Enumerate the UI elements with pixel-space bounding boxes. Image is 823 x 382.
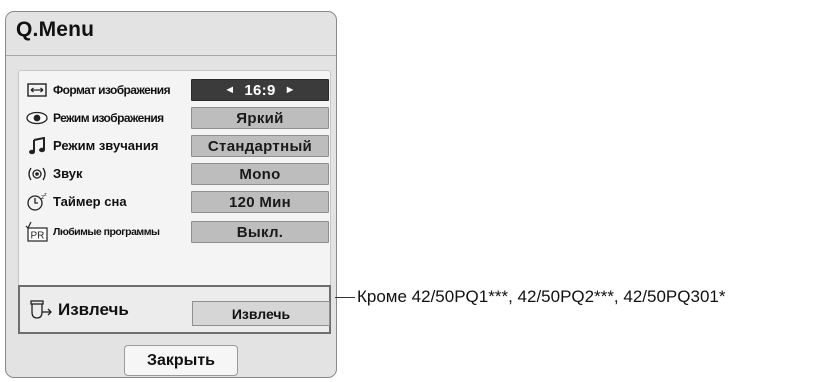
menu-row-favorite-programs[interactable]: PR Любимые программы Выкл. [23, 219, 329, 245]
left-arrow-icon[interactable]: ◄ [224, 84, 235, 96]
sleep-timer-icon: z z [25, 189, 49, 215]
menu-label-audio: Звук [53, 166, 83, 181]
eject-label: Извлечь [58, 300, 129, 319]
menu-row-aspect-ratio[interactable]: Формат изображения ◄ 16:9 ► [23, 77, 329, 103]
sleep-timer-value[interactable]: 120 Мин [191, 191, 329, 213]
aspect-ratio-value: 16:9 [244, 81, 276, 99]
menu-row-sound-mode[interactable]: Режим звучания Стандартный [23, 133, 329, 159]
favorite-program-icon: PR [25, 219, 49, 245]
menu-label-aspect-ratio: Формат изображения [53, 83, 171, 97]
menu-label-favorite-programs: Любимые программы [53, 226, 160, 238]
menu-row-sleep-timer[interactable]: z z Таймер сна 120 Мин [23, 189, 329, 215]
sound-mode-value[interactable]: Стандартный [191, 135, 329, 157]
eject-icon [28, 298, 54, 324]
pr-icon-text: PR [31, 231, 45, 242]
callout-leader-line [335, 297, 355, 298]
menu-label-sleep-timer: Таймер сна [53, 194, 127, 209]
close-button[interactable]: Закрыть [124, 345, 238, 376]
menu-label-sound-mode: Режим звучания [53, 138, 159, 153]
picture-mode-value[interactable]: Яркий [191, 107, 329, 129]
eject-section: Извлечь Извлечь [18, 285, 331, 334]
menu-row-audio[interactable]: Звук Mono [23, 161, 329, 187]
svg-text:z: z [44, 192, 47, 198]
aspect-ratio-icon [25, 77, 49, 103]
aspect-ratio-selector[interactable]: ◄ 16:9 ► [191, 79, 329, 101]
favorite-programs-value[interactable]: Выкл. [191, 221, 329, 243]
menu-row-picture-mode[interactable]: Режим изображения Яркий [23, 105, 329, 131]
menu-title: Q.Menu [16, 18, 95, 41]
title-divider [6, 55, 336, 56]
menu-label-picture-mode: Режим изображения [53, 111, 164, 125]
callout-note: Кроме 42/50PQ1***, 42/50PQ2***, 42/50PQ3… [357, 287, 726, 306]
q-menu-panel: Q.Menu Формат изображения ◄ 16:9 ► Режим… [5, 11, 337, 378]
music-note-icon [25, 133, 49, 159]
eject-button[interactable]: Извлечь [192, 301, 330, 326]
right-arrow-icon[interactable]: ► [285, 84, 296, 96]
audio-signal-icon [25, 161, 49, 187]
eye-icon [25, 105, 49, 131]
audio-value[interactable]: Mono [191, 163, 329, 185]
